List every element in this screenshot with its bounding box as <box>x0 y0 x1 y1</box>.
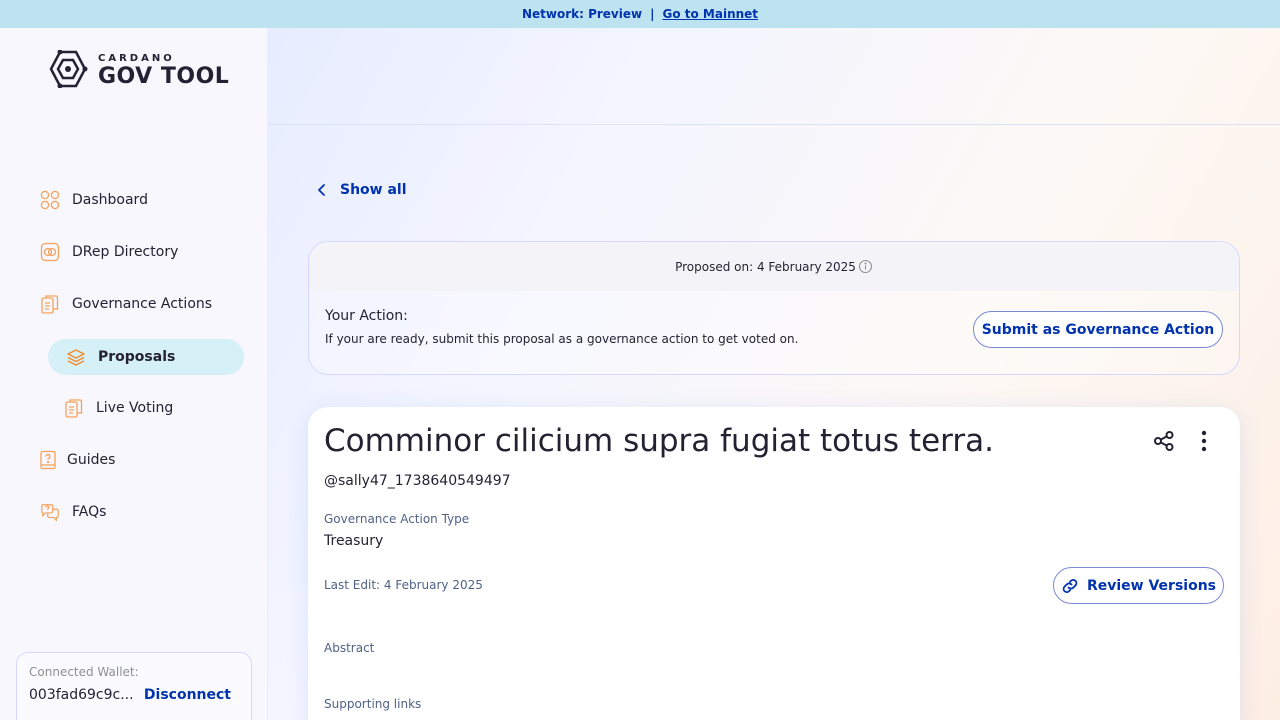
governance-action-type-label: Governance Action Type <box>324 512 470 526</box>
disconnect-button[interactable]: Disconnect <box>144 687 231 703</box>
connected-wallet-card: Connected Wallet: 003fad69c9c... Disconn… <box>16 652 252 720</box>
guides-icon <box>40 450 56 470</box>
more-vertical-icon <box>1201 430 1207 456</box>
sidebar-item-guides[interactable]: Guides <box>40 450 115 470</box>
proposal-card: Comminor cilicium supra fugiat totus ter… <box>308 407 1240 720</box>
show-all-label: Show all <box>340 182 407 198</box>
your-action-card: Proposed on: 4 February 2025 Your Action… <box>308 241 1240 375</box>
show-all-link[interactable]: Show all <box>316 182 407 198</box>
sidebar-item-drep-directory[interactable]: DRep Directory <box>40 242 178 262</box>
sidebar-item-label: Governance Actions <box>72 296 213 312</box>
proposal-title: Comminor cilicium supra fugiat totus ter… <box>324 423 994 459</box>
live-voting-icon <box>64 398 84 418</box>
network-label: Network: Preview <box>521 7 643 21</box>
info-icon[interactable] <box>858 259 873 274</box>
dashboard-icon <box>40 190 60 210</box>
share-icon <box>1153 430 1175 456</box>
sidebar-item-label: Guides <box>67 452 116 468</box>
sidebar-item-label: Dashboard <box>72 192 148 208</box>
share-button[interactable] <box>1150 429 1178 457</box>
sidebar-item-label: Proposals <box>98 349 176 365</box>
network-separator: | <box>650 7 655 21</box>
sidebar: CARDANO GOV TOOL Dashboard DRep Director… <box>0 28 268 720</box>
last-edit-text: Last Edit: 4 February 2025 <box>324 578 483 592</box>
your-action-description: If your are ready, submit this proposal … <box>325 332 799 346</box>
review-versions-button[interactable]: Review Versions <box>1053 567 1224 604</box>
sidebar-item-label: Live Voting <box>96 400 174 416</box>
more-options-button[interactable] <box>1190 429 1218 457</box>
supporting-links-label: Supporting links <box>324 697 422 711</box>
sidebar-item-label: DRep Directory <box>72 244 179 260</box>
abstract-label: Abstract <box>324 641 375 655</box>
sidebar-item-governance-actions[interactable]: Governance Actions <box>40 294 212 314</box>
submit-as-governance-action-button[interactable]: Submit as Governance Action <box>973 311 1223 348</box>
wallet-address: 003fad69c9c... <box>29 687 134 703</box>
sidebar-item-proposals[interactable]: Proposals <box>48 339 244 375</box>
sidebar-item-label: FAQs <box>72 504 107 520</box>
proposals-icon <box>66 347 86 367</box>
drep-directory-icon <box>40 242 60 262</box>
proposed-on-text: Proposed on: 4 February 2025 <box>675 259 856 274</box>
main-content: Show all Proposed on: 4 February 2025 Yo… <box>268 28 1280 720</box>
governance-actions-icon <box>40 294 60 314</box>
gov-tool-logo[interactable]: CARDANO GOV TOOL <box>48 49 230 92</box>
sidebar-item-live-voting[interactable]: Live Voting <box>64 398 173 418</box>
go-to-mainnet-link[interactable]: Go to Mainnet <box>662 7 758 21</box>
cardano-logo-icon <box>48 49 88 92</box>
logo-bottom-text: GOV TOOL <box>98 64 230 89</box>
link-icon <box>1061 577 1079 595</box>
top-bar <box>268 28 1280 125</box>
your-action-title: Your Action: <box>325 308 408 324</box>
sidebar-item-faqs[interactable]: FAQs <box>40 502 106 522</box>
proposal-author: @sally47_1738640549497 <box>324 473 511 489</box>
sidebar-item-dashboard[interactable]: Dashboard <box>40 190 148 210</box>
wallet-label: Connected Wallet: <box>29 665 139 679</box>
faqs-icon <box>40 502 60 522</box>
network-banner: Network: Preview | Go to Mainnet <box>0 0 1280 28</box>
chevron-left-icon <box>316 183 328 197</box>
review-versions-label: Review Versions <box>1086 577 1217 594</box>
logo-top-text: CARDANO <box>98 53 175 64</box>
proposed-on-header: Proposed on: 4 February 2025 <box>309 242 1239 291</box>
governance-action-type-value: Treasury <box>324 533 384 549</box>
